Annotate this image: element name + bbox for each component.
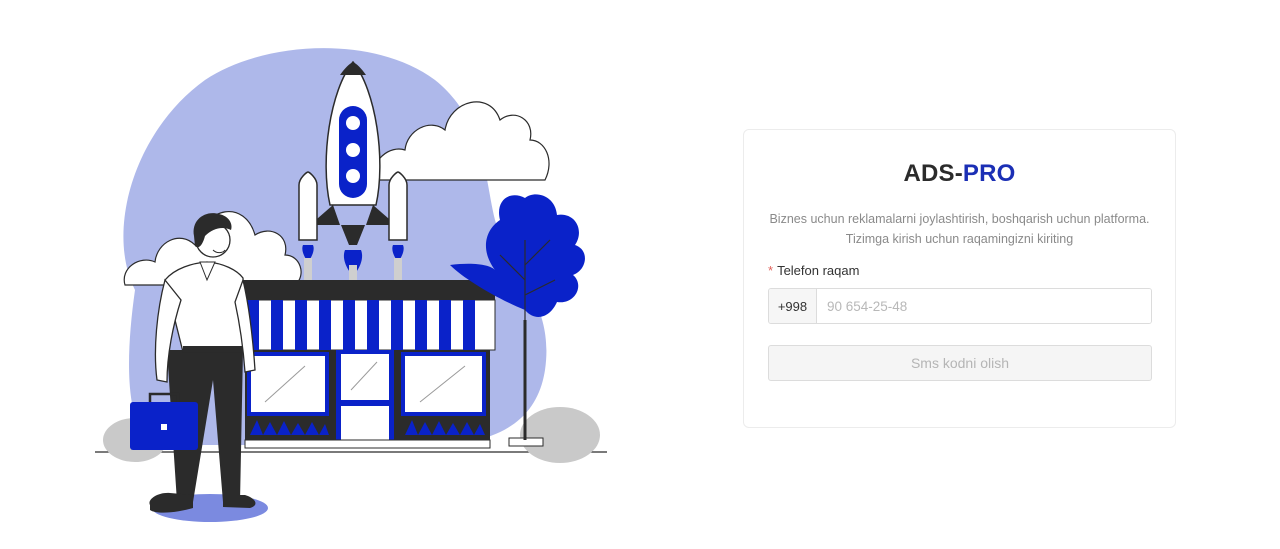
brand-prefix: ADS-: [903, 160, 963, 187]
phone-label-text: Telefon raqam: [777, 263, 860, 278]
brand-accent: PRO: [962, 160, 1016, 187]
get-sms-code-button[interactable]: Sms kodni olish: [768, 345, 1152, 381]
description-line-2: Tizimga kirish uchun raqamingizni kiriti…: [845, 232, 1074, 246]
phone-input[interactable]: [817, 289, 1151, 323]
required-mark: *: [768, 263, 774, 278]
phone-label: * Telefon raqam: [768, 263, 859, 278]
login-description: Biznes uchun reklamalarni joylashtirish,…: [754, 209, 1165, 249]
phone-input-group: +998: [768, 288, 1152, 324]
description-line-1: Biznes uchun reklamalarni joylashtirish,…: [769, 212, 1150, 226]
country-code-prefix: +998: [769, 289, 817, 323]
bush-right: [520, 407, 600, 463]
brand-logo: ADS-PRO: [744, 160, 1175, 188]
login-card: ADS-PRO Biznes uchun reklamalarni joylas…: [743, 129, 1176, 428]
login-page: ADS-PRO Biznes uchun reklamalarni joylas…: [0, 0, 1280, 549]
startup-illustration: [95, 48, 607, 522]
